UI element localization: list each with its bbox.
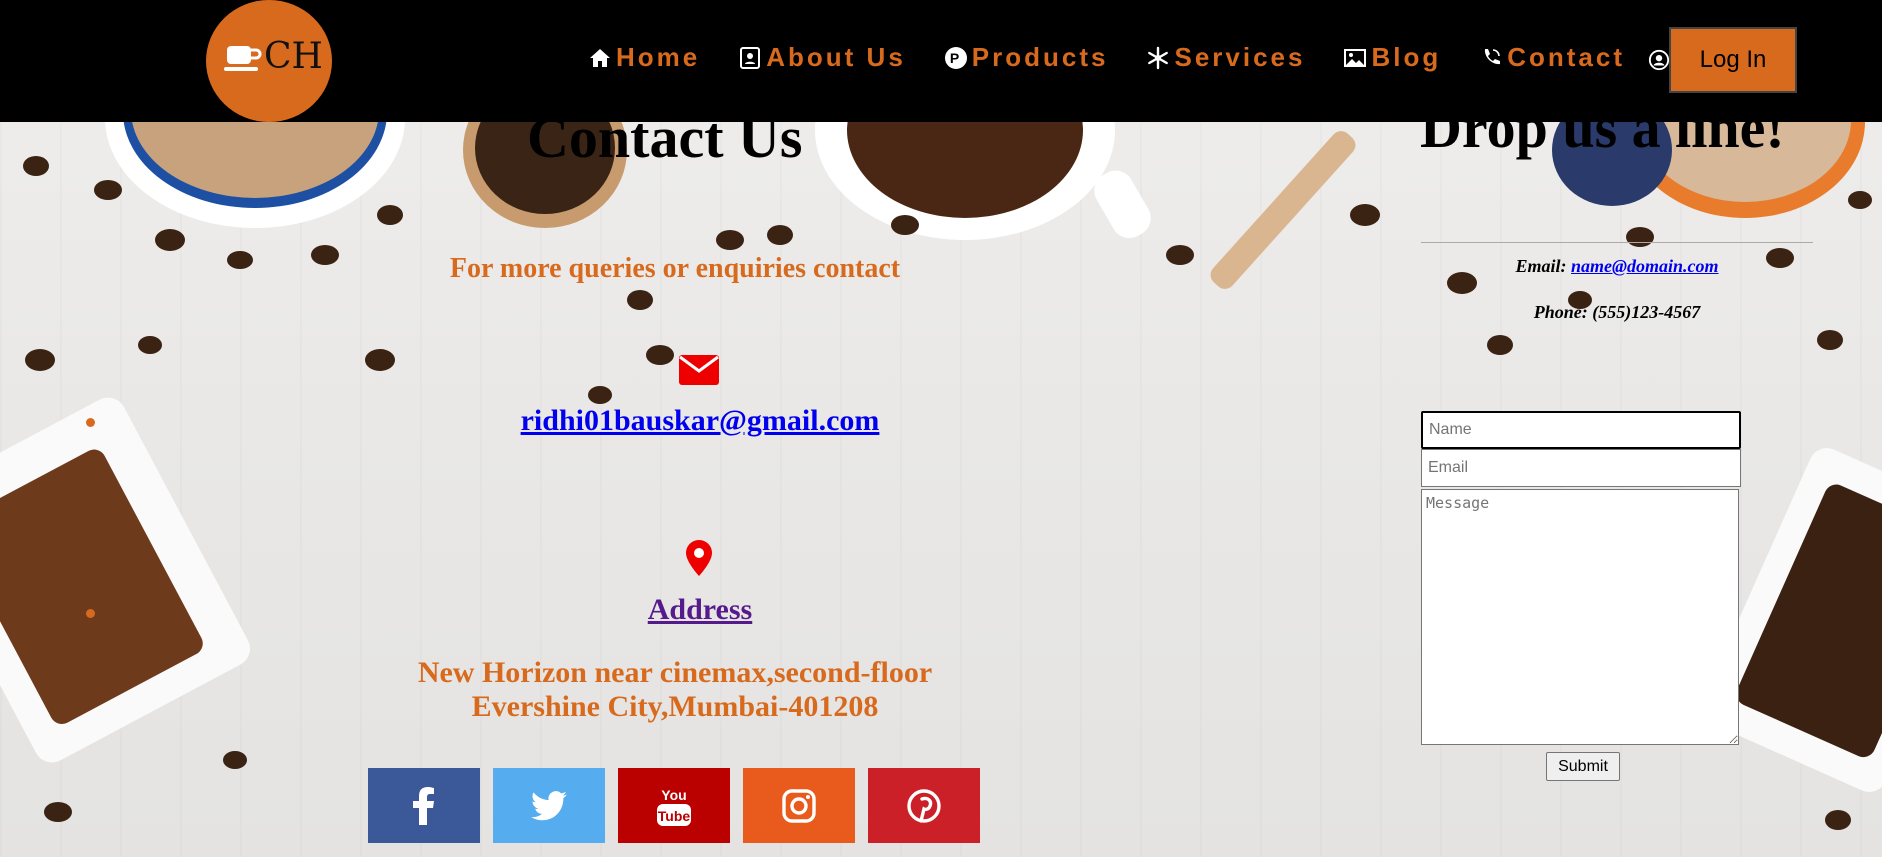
nav-services[interactable]: Services: [1146, 42, 1305, 73]
youtube-button[interactable]: You Tube: [618, 768, 730, 843]
facebook-icon: [413, 786, 434, 825]
svg-text:Tube: Tube: [658, 808, 691, 824]
form-email-line: Email: name@domain.com: [1421, 256, 1813, 277]
contact-subtitle: For more queries or enquiries contact: [449, 253, 901, 284]
nav-contact[interactable]: Contact: [1479, 42, 1625, 73]
contact-email-link[interactable]: ridhi01bauskar@gmail.com: [440, 404, 960, 438]
id-card-icon: [740, 46, 761, 69]
nav-about-us-label: About Us: [766, 42, 906, 72]
nav-home[interactable]: Home: [588, 42, 700, 73]
nav-home-label: Home: [616, 42, 701, 72]
brand-logo[interactable]: CH: [206, 0, 332, 122]
snowflake-icon: [1148, 46, 1169, 69]
nav-contact-label: Contact: [1507, 42, 1626, 72]
facebook-button[interactable]: [368, 768, 480, 843]
divider: [1421, 242, 1813, 243]
svg-text:P: P: [950, 50, 962, 66]
name-input[interactable]: [1421, 411, 1741, 449]
envelope-icon: [679, 355, 719, 385]
user-circle-icon[interactable]: [1648, 49, 1670, 71]
address-text: New Horizon near cinemax,second-floor Ev…: [340, 656, 1010, 724]
instagram-icon: [782, 788, 816, 823]
message-textarea[interactable]: [1421, 489, 1739, 745]
form-phone-line: Phone: (555)123-4567: [1421, 302, 1813, 323]
phone-icon: [1485, 48, 1501, 64]
list-bullet: [86, 418, 95, 427]
svg-text:You: You: [661, 787, 686, 803]
youtube-icon: You Tube: [657, 787, 691, 826]
pinterest-button[interactable]: [868, 768, 980, 843]
form-email-link[interactable]: name@domain.com: [1571, 256, 1718, 276]
nav-services-label: Services: [1174, 42, 1306, 72]
nav-blog-label: Blog: [1371, 42, 1442, 72]
address-line-2: Evershine City,Mumbai-401208: [471, 690, 879, 723]
nav-blog[interactable]: Blog: [1343, 42, 1441, 73]
product-p-icon: P: [944, 46, 967, 69]
email-input[interactable]: [1421, 449, 1741, 487]
logo-text: CH: [264, 36, 323, 77]
list-bullet: [86, 609, 95, 618]
pinterest-icon: [907, 788, 941, 823]
coffee-cup-icon: [224, 46, 262, 71]
address-line-1: New Horizon near cinemax,second-floor: [417, 656, 933, 689]
twitter-icon: [531, 790, 567, 820]
twitter-button[interactable]: [493, 768, 605, 843]
submit-button[interactable]: Submit: [1546, 752, 1620, 781]
map-pin-icon: [686, 540, 712, 576]
home-icon: [590, 48, 610, 67]
main-nav: Home About Us P Products Services Blog C…: [588, 42, 1663, 73]
nav-products-label: Products: [971, 42, 1109, 72]
login-button[interactable]: Log In: [1669, 27, 1797, 93]
form-phone-label: Phone:: [1533, 302, 1588, 322]
nav-products[interactable]: P Products: [944, 42, 1109, 73]
nav-about-us[interactable]: About Us: [738, 42, 906, 73]
address-heading-link[interactable]: Address: [600, 593, 800, 627]
instagram-button[interactable]: [743, 768, 855, 843]
form-phone-value: (555)123-4567: [1592, 302, 1701, 322]
image-icon: [1344, 48, 1367, 67]
top-navbar: CH Home About Us P Products Services Blo…: [0, 0, 1882, 122]
form-email-label: Email:: [1515, 256, 1567, 276]
